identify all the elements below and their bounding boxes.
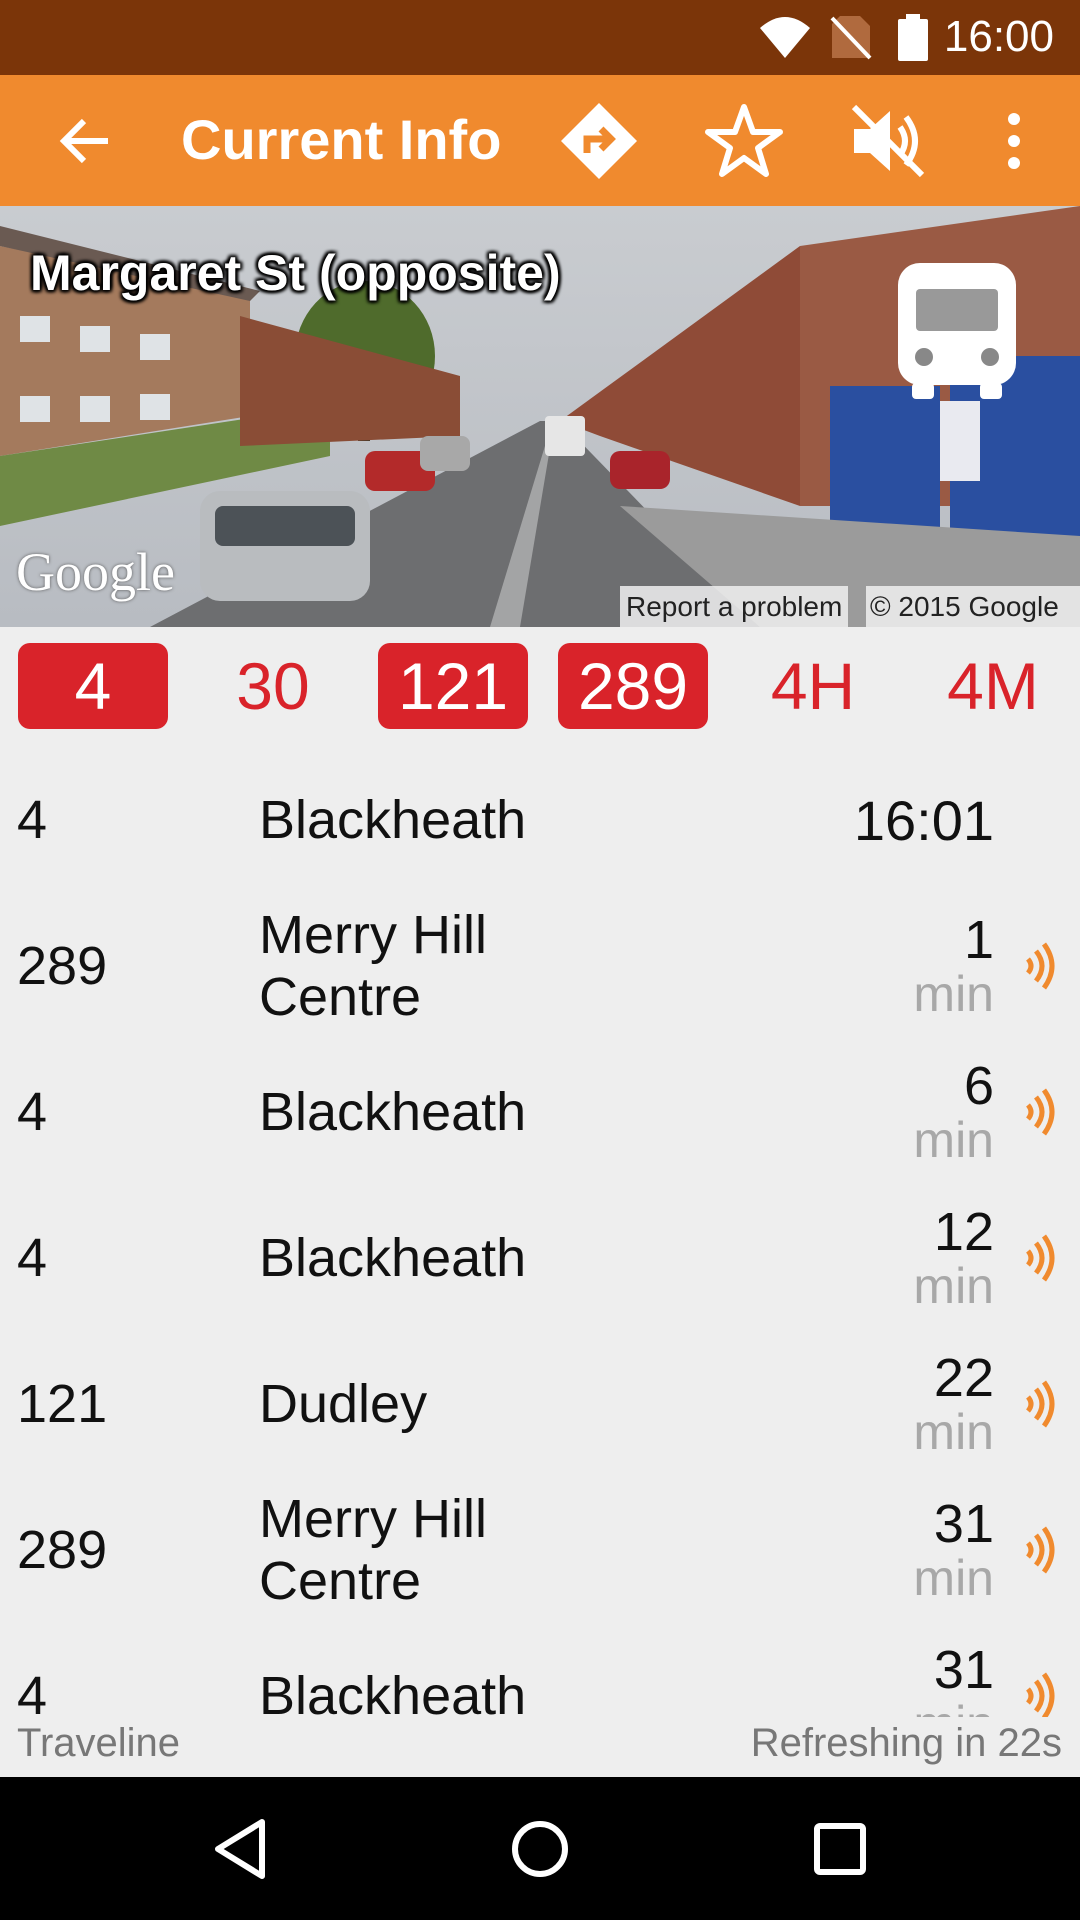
route-chip-289[interactable]: 289 bbox=[558, 643, 708, 729]
departure-destination: Dudley bbox=[259, 1374, 428, 1434]
app-bar: Current Info bbox=[0, 75, 1080, 206]
departure-route: 289 bbox=[17, 936, 108, 996]
eta-unit: min bbox=[913, 1112, 994, 1168]
departure-eta: 12 min bbox=[913, 1185, 994, 1331]
route-chip-30[interactable]: 30 bbox=[198, 643, 348, 729]
scheduled-time: 16:01 bbox=[853, 788, 994, 852]
route-chip-4[interactable]: 4 bbox=[18, 643, 168, 729]
nav-recents-icon[interactable] bbox=[804, 1813, 876, 1885]
departure-route: 4 bbox=[17, 1228, 48, 1288]
departures-list: 4 Blackheath 16:01 289 Merry Hill Centre… bbox=[0, 747, 1080, 1739]
eta-unit: min bbox=[913, 1404, 994, 1460]
street-view-image[interactable]: Margaret St (opposite) Google Report a p… bbox=[0, 206, 1080, 627]
status-bar: 16:00 bbox=[0, 0, 1080, 75]
star-outline-icon[interactable] bbox=[702, 99, 786, 183]
route-chip-4h[interactable]: 4H bbox=[738, 643, 888, 729]
departure-row[interactable]: 4 Blackheath 12 min bbox=[0, 1185, 1080, 1331]
system-nav-bar bbox=[0, 1777, 1080, 1920]
more-vert-icon[interactable] bbox=[972, 99, 1056, 183]
departure-destination: Blackheath bbox=[259, 1228, 527, 1288]
departure-eta: 22 min bbox=[913, 1331, 994, 1477]
data-source-label: Traveline bbox=[17, 1721, 181, 1765]
eta-minutes: 31 bbox=[933, 1640, 994, 1700]
eta-minutes: 31 bbox=[933, 1494, 994, 1554]
departure-row[interactable]: 289 Merry Hill Centre 31 min bbox=[0, 1477, 1080, 1623]
back-arrow-icon[interactable] bbox=[42, 99, 126, 183]
live-tracking-icon bbox=[1022, 1379, 1058, 1434]
status-time: 16:00 bbox=[943, 12, 1054, 61]
departure-destination: Merry Hill Centre bbox=[259, 1489, 487, 1611]
departure-row[interactable]: 289 Merry Hill Centre 1 min bbox=[0, 893, 1080, 1039]
departure-row[interactable]: 121 Dudley 22 min bbox=[0, 1331, 1080, 1477]
departure-eta: 1 min bbox=[913, 893, 994, 1039]
route-filter-bar: 4 30 121 289 4H 4M bbox=[0, 627, 1080, 747]
live-tracking-icon bbox=[1022, 1087, 1058, 1142]
stop-name: Margaret St (opposite) bbox=[30, 245, 561, 301]
bus-icon bbox=[896, 261, 1018, 406]
departure-time: 16:01 bbox=[854, 747, 994, 893]
refresh-countdown: Refreshing in 22s bbox=[750, 1721, 1062, 1765]
battery-icon bbox=[896, 14, 930, 67]
page-title: Current Info bbox=[181, 108, 502, 171]
eta-minutes: 12 bbox=[933, 1202, 994, 1262]
departure-route: 4 bbox=[17, 1082, 48, 1142]
departure-eta: 6 min bbox=[913, 1039, 994, 1185]
departure-route: 4 bbox=[17, 790, 48, 850]
no-sim-icon bbox=[830, 14, 872, 65]
report-problem-link[interactable]: Report a problem bbox=[620, 586, 849, 627]
departure-row[interactable]: 4 Blackheath 16:01 bbox=[0, 747, 1080, 893]
eta-unit: min bbox=[913, 1258, 994, 1314]
live-tracking-icon bbox=[1022, 1233, 1058, 1288]
departure-destination: Blackheath bbox=[259, 790, 527, 850]
eta-unit: min bbox=[913, 966, 994, 1022]
departure-route: 121 bbox=[17, 1374, 108, 1434]
wifi-icon bbox=[758, 14, 812, 65]
live-tracking-icon bbox=[1022, 1525, 1058, 1580]
departure-route: 289 bbox=[17, 1520, 108, 1580]
eta-unit: min bbox=[913, 1550, 994, 1606]
eta-minutes: 22 bbox=[933, 1348, 994, 1408]
departure-row[interactable]: 4 Blackheath 6 min bbox=[0, 1039, 1080, 1185]
nav-back-icon[interactable] bbox=[204, 1813, 276, 1885]
departure-destination: Blackheath bbox=[259, 1082, 527, 1142]
route-chip-121[interactable]: 121 bbox=[378, 643, 528, 729]
copyright-text: © 2015 Google bbox=[866, 586, 1080, 627]
eta-minutes: 1 bbox=[963, 910, 994, 970]
eta-minutes: 6 bbox=[963, 1056, 994, 1116]
departure-eta: 31 min bbox=[913, 1477, 994, 1623]
google-logo: Google bbox=[16, 542, 175, 602]
volume-off-icon[interactable] bbox=[846, 99, 930, 183]
departure-destination: Merry Hill Centre bbox=[259, 905, 487, 1027]
nav-home-icon[interactable] bbox=[504, 1813, 576, 1885]
live-tracking-icon bbox=[1022, 941, 1058, 996]
directions-icon[interactable] bbox=[557, 99, 641, 183]
route-chip-4m[interactable]: 4M bbox=[918, 643, 1068, 729]
footer: Traveline Refreshing in 22s bbox=[0, 1717, 1080, 1777]
